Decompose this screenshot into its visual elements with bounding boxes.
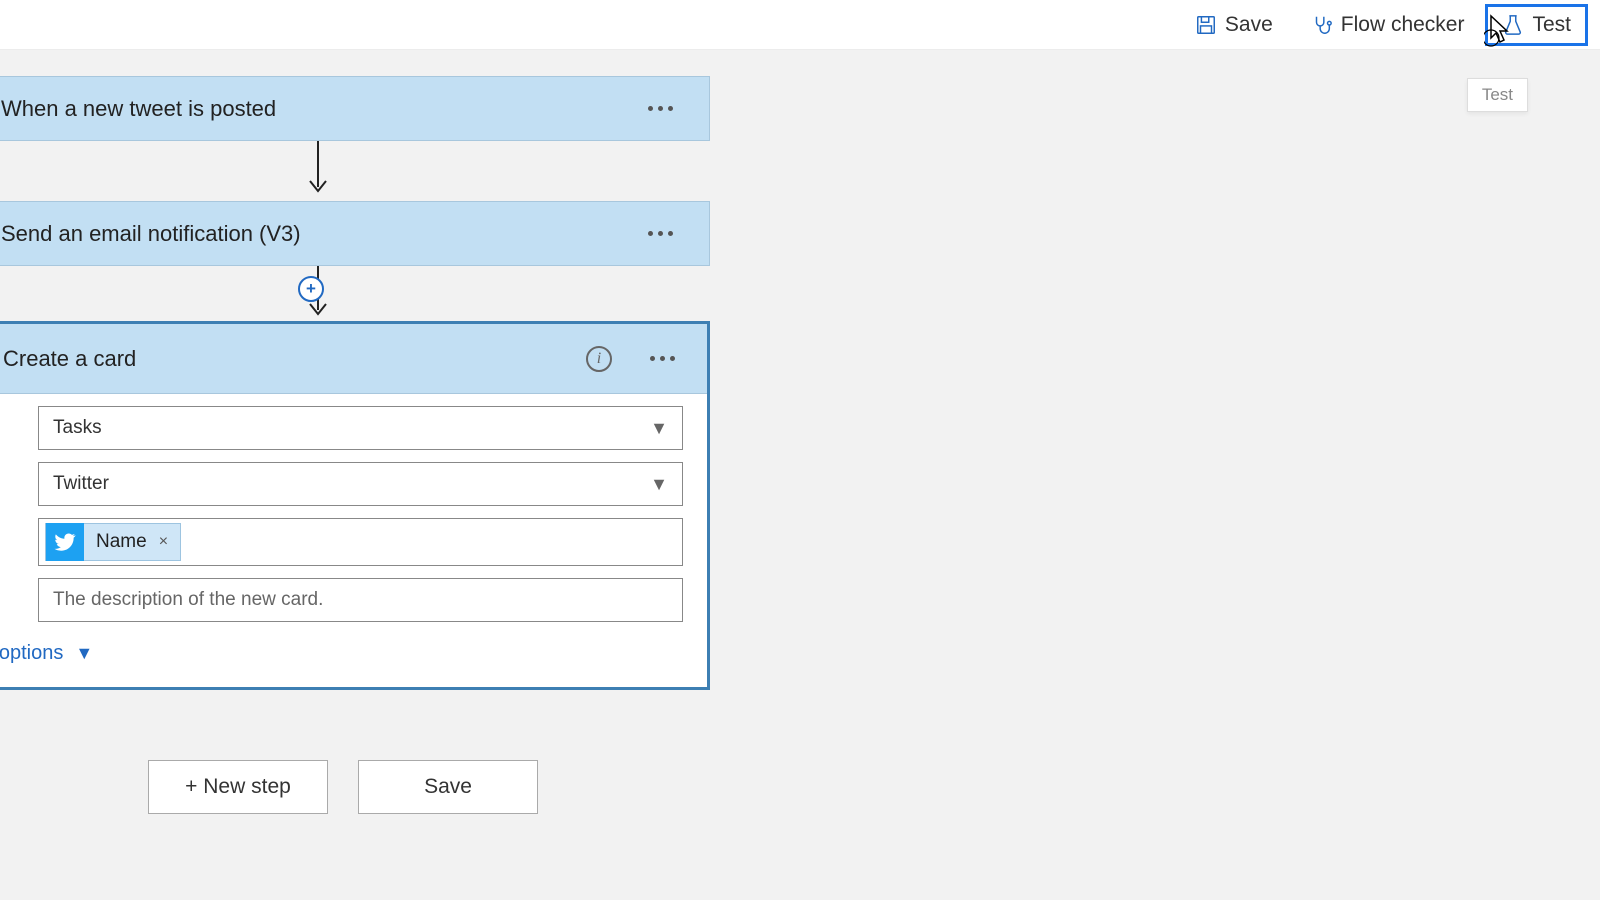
action-step-create-card: Create a card i Board Id Tasks ▼ List Id… [0, 321, 710, 690]
list-id-label: List Id [0, 473, 38, 496]
action-step-email[interactable]: Send an email notification (V3) [0, 201, 710, 266]
chevron-down-icon: ▼ [650, 418, 668, 439]
create-card-menu[interactable] [642, 348, 683, 369]
board-id-select[interactable]: Tasks ▼ [38, 406, 683, 450]
card-name-input[interactable]: Name × [38, 518, 683, 566]
create-card-title: Create a card [3, 346, 136, 372]
dynamic-content-token[interactable]: Name × [45, 523, 181, 561]
trigger-step[interactable]: When a new tweet is posted [0, 76, 710, 141]
connector-arrow-1 [0, 141, 710, 201]
insert-step-button[interactable]: + [298, 276, 324, 302]
create-card-header[interactable]: Create a card i [0, 324, 707, 394]
list-id-select[interactable]: Twitter ▼ [38, 462, 683, 506]
action-step-email-menu[interactable] [640, 223, 681, 244]
card-desc-placeholder: The description of the new card. [53, 589, 323, 611]
info-icon[interactable]: i [586, 346, 612, 372]
twitter-icon [46, 523, 84, 561]
save-icon [1195, 14, 1217, 36]
flow-canvas: When a new tweet is posted Send an email… [0, 60, 1600, 690]
bottom-actions: + New step Save [148, 760, 538, 814]
stethoscope-icon [1311, 14, 1333, 36]
token-remove-button[interactable]: × [155, 533, 172, 551]
action-step-email-title: Send an email notification (V3) [1, 221, 301, 247]
card-name-label: Name [0, 531, 38, 554]
list-id-value: Twitter [53, 473, 109, 495]
advanced-options-label: Show advanced options [0, 642, 63, 665]
save-flow-button[interactable]: Save [358, 760, 538, 814]
flask-icon [1502, 14, 1524, 36]
chevron-down-icon: ▼ [650, 474, 668, 495]
save-button[interactable]: Save [1178, 4, 1290, 46]
save-label: Save [1225, 13, 1273, 37]
new-step-button[interactable]: + New step [148, 760, 328, 814]
top-toolbar: Save Flow checker Test [0, 0, 1600, 50]
advanced-options-toggle[interactable]: Show advanced options ▼ [0, 642, 707, 665]
card-desc-label: Description [0, 589, 38, 612]
board-id-label: Board Id [0, 417, 38, 440]
connector-arrow-2: + [0, 266, 710, 321]
test-label: Test [1532, 13, 1571, 37]
flow-checker-button[interactable]: Flow checker [1294, 4, 1482, 46]
trigger-step-menu[interactable] [640, 98, 681, 119]
trigger-step-title: When a new tweet is posted [1, 96, 276, 122]
board-id-value: Tasks [53, 417, 102, 439]
flow-checker-label: Flow checker [1341, 13, 1465, 37]
card-desc-input[interactable]: The description of the new card. [38, 578, 683, 622]
test-button[interactable]: Test [1485, 4, 1588, 46]
chevron-down-icon: ▼ [75, 643, 93, 664]
token-label: Name [92, 531, 147, 553]
